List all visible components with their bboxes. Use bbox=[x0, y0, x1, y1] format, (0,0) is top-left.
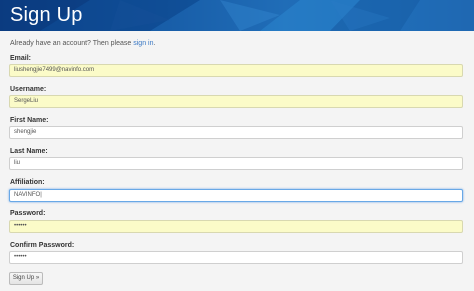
first-name-label: First Name: bbox=[10, 117, 49, 124]
password-label: Password: bbox=[10, 210, 46, 217]
last-name-label: Last Name: bbox=[10, 148, 48, 155]
signin-prompt-text: Already have an account? Then please bbox=[10, 40, 134, 47]
affiliation-label: Affiliation: bbox=[10, 179, 45, 186]
username-label: Username: bbox=[10, 86, 47, 93]
signin-prompt-suffix: . bbox=[153, 40, 156, 47]
first-name-field[interactable]: shengjie bbox=[9, 126, 463, 139]
signin-prompt: Already have an account? Then please sig… bbox=[10, 39, 155, 48]
email-field[interactable]: liushengjie7499@navinfo.com bbox=[9, 64, 463, 77]
signin-link[interactable]: sign in bbox=[133, 40, 153, 47]
signup-page: Sign Up Already have an account? Then pl… bbox=[0, 0, 474, 291]
last-name-field[interactable]: liu bbox=[9, 157, 463, 170]
username-field[interactable]: SergeLiu bbox=[9, 95, 463, 108]
password-field[interactable]: •••••• bbox=[9, 220, 463, 233]
confirm-password-label: Confirm Password: bbox=[10, 242, 75, 249]
page-title: Sign Up bbox=[10, 4, 83, 26]
header-banner: Sign Up bbox=[0, 0, 474, 31]
email-label: Email: bbox=[10, 55, 32, 62]
affiliation-field[interactable]: NAVINFO| bbox=[9, 189, 463, 202]
confirm-password-field[interactable]: •••••• bbox=[9, 251, 463, 264]
signup-button[interactable]: Sign Up » bbox=[9, 272, 43, 285]
signup-form: Already have an account? Then please sig… bbox=[0, 31, 474, 291]
